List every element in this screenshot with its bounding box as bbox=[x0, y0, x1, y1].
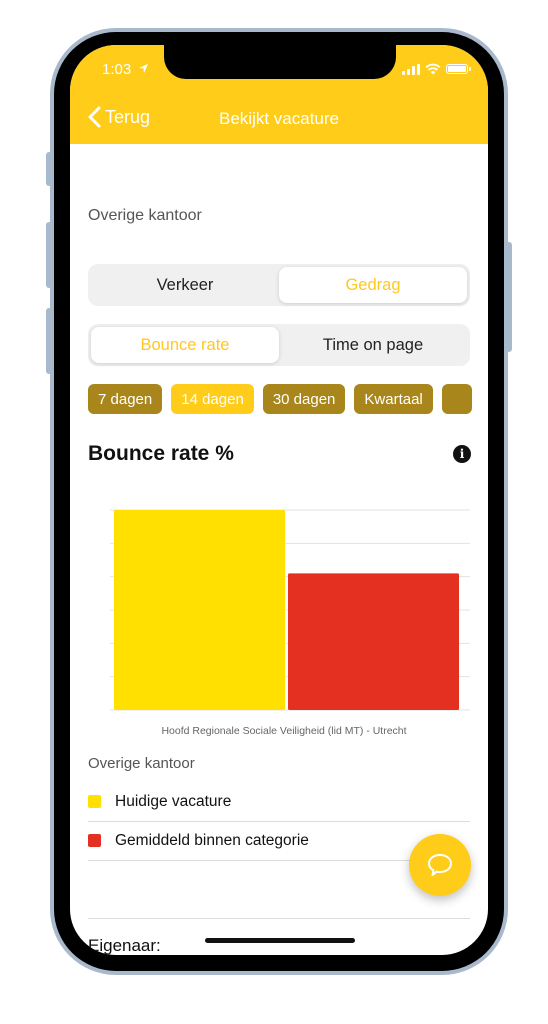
legend-item: Huidige vacature bbox=[88, 782, 470, 822]
phone-silent-switch bbox=[46, 152, 52, 186]
chat-fab-button[interactable] bbox=[409, 834, 471, 896]
chip-14-dagen[interactable]: 14 dagen bbox=[171, 384, 254, 414]
phone-volume-down bbox=[46, 308, 52, 374]
segment-verkeer[interactable]: Verkeer bbox=[91, 267, 279, 303]
notch bbox=[164, 45, 396, 79]
period-chip-row: 7 dagen 14 dagen 30 dagen Kwartaal bbox=[88, 384, 472, 414]
bar-chart: Hoofd Regionale Sociale Veiligheid (lid … bbox=[110, 509, 470, 737]
segment-bounce-rate[interactable]: Bounce rate bbox=[91, 327, 279, 363]
app-screen: 1:03 Terug Bekijkt vacature Overige kant… bbox=[70, 45, 488, 955]
nav-header: 1:03 Terug Bekijkt vacature bbox=[70, 45, 488, 144]
home-indicator bbox=[205, 938, 355, 943]
status-icons bbox=[402, 63, 471, 75]
segment-gedrag[interactable]: Gedrag bbox=[279, 267, 467, 303]
legend-label: Huidige vacature bbox=[115, 792, 232, 810]
bar-huidige-vacature[interactable] bbox=[114, 510, 285, 710]
info-icon[interactable]: i bbox=[453, 445, 471, 463]
chip-more[interactable] bbox=[441, 384, 472, 414]
chart-title: Bounce rate % bbox=[88, 442, 234, 465]
owner-label: Eigenaar: bbox=[88, 936, 161, 955]
legend-swatch-average bbox=[88, 834, 101, 847]
chip-kwartaal[interactable]: Kwartaal bbox=[354, 384, 433, 414]
legend-label: Gemiddeld binnen categorie bbox=[115, 831, 309, 849]
main-segmented-control: Verkeer Gedrag bbox=[88, 264, 470, 306]
phone-power-button bbox=[506, 242, 512, 352]
battery-icon bbox=[446, 64, 471, 74]
chat-bubble-icon bbox=[428, 854, 452, 876]
bar-gemiddeld-binnen-categorie[interactable] bbox=[288, 573, 459, 710]
location-arrow-icon bbox=[139, 63, 149, 74]
x-axis-category-label: Hoofd Regionale Sociale Veiligheid (lid … bbox=[161, 725, 406, 737]
page-title: Bekijkt vacature bbox=[219, 109, 339, 128]
segment-time-on-page[interactable]: Time on page bbox=[279, 327, 467, 363]
metric-segmented-control: Bounce rate Time on page bbox=[88, 324, 470, 366]
cellular-signal-icon bbox=[402, 63, 420, 75]
legend-swatch-current bbox=[88, 795, 101, 808]
status-time: 1:03 bbox=[102, 61, 149, 78]
chip-30-dagen[interactable]: 30 dagen bbox=[262, 384, 346, 414]
divider bbox=[88, 918, 470, 919]
chip-7-dagen[interactable]: 7 dagen bbox=[88, 384, 163, 414]
legend-title: Overige kantoor bbox=[88, 755, 195, 772]
phone-volume-up bbox=[46, 222, 52, 288]
section-label: Overige kantoor bbox=[88, 207, 202, 224]
wifi-icon bbox=[425, 63, 441, 75]
